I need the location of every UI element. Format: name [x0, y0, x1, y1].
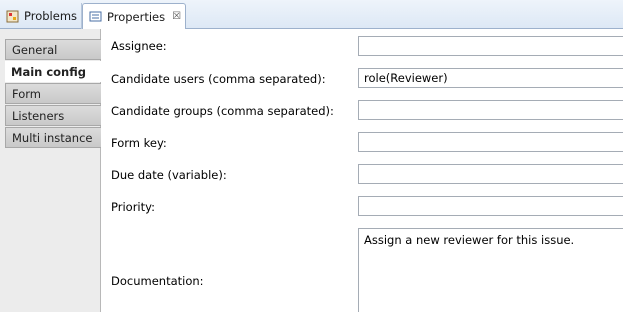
sidebar-item-multi-instance[interactable]: Multi instance — [5, 127, 101, 148]
candidate-groups-field[interactable] — [358, 100, 623, 120]
tab-properties[interactable]: Properties ☒ — [82, 3, 186, 30]
tab-problems[interactable]: Problems — [0, 3, 82, 29]
view-tab-bar: Problems Properties ☒ — [0, 0, 623, 30]
sidebar-item-label: Multi instance — [12, 130, 93, 145]
form-key-label: Form key: — [111, 136, 167, 150]
sidebar-item-listeners[interactable]: Listeners — [5, 105, 101, 126]
sidebar-item-main-config[interactable]: Main config — [5, 61, 101, 82]
tab-problems-label: Problems — [24, 9, 78, 23]
documentation-textarea[interactable]: Assign a new reviewer for this issue. — [358, 228, 623, 312]
sidebar-item-label: Listeners — [12, 108, 65, 123]
problems-icon — [6, 10, 19, 23]
due-date-label: Due date (variable): — [111, 168, 227, 182]
properties-sidebar: General Main config Form Listeners Multi… — [0, 29, 101, 312]
assignee-label: Assignee: — [111, 39, 167, 53]
due-date-field[interactable] — [358, 164, 623, 184]
properties-icon — [89, 10, 102, 23]
priority-field[interactable] — [358, 196, 623, 216]
sidebar-item-label: General — [12, 42, 58, 57]
priority-label: Priority: — [111, 200, 155, 214]
close-icon[interactable]: ☒ — [172, 11, 181, 22]
documentation-label: Documentation: — [111, 274, 204, 288]
sidebar-item-label: Form — [12, 86, 41, 101]
tab-properties-label: Properties — [107, 9, 166, 24]
sidebar-item-form[interactable]: Form — [5, 83, 101, 104]
sidebar-item-general[interactable]: General — [5, 39, 101, 60]
candidate-groups-label: Candidate groups (comma separated): — [111, 104, 334, 118]
candidate-users-label: Candidate users (comma separated): — [111, 72, 326, 86]
assignee-field[interactable] — [358, 36, 623, 56]
candidate-users-field[interactable]: role(Reviewer) — [358, 68, 623, 88]
main-config-form: Assignee: Candidate users (comma separat… — [101, 29, 623, 312]
form-key-field[interactable] — [358, 132, 623, 152]
sidebar-item-label: Main config — [11, 64, 86, 79]
